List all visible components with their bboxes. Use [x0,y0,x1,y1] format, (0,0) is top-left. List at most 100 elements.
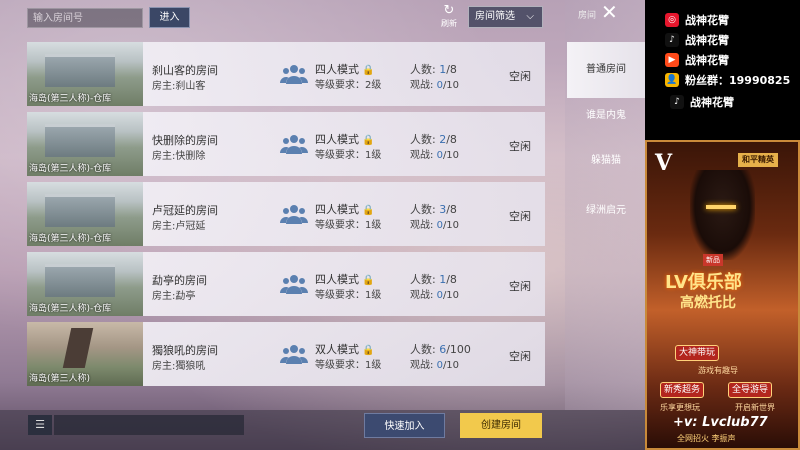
room-mode: 双人模式 🔒 [315,343,375,356]
room-row[interactable]: 海岛(第三人称)-仓库 卢冠延的房间 房主:卢冠延 四人模式 🔒 等级要求：1级 … [27,182,545,246]
chat-input[interactable] [54,415,244,435]
panel-title: 房间 [578,11,597,21]
player-count: 人数: 3/8 [410,203,457,216]
glowing-eyes [706,205,736,209]
social-row: ♪ 战神花臂 [665,32,729,50]
ad-line-2: 乐享更想玩 [660,403,700,412]
social-row: 👤 粉丝群：19990825 [665,72,790,90]
social-text: 战神花臂 [685,14,729,27]
ad-line-3: 开启新世界 [735,403,775,412]
room-status: 空闲 [509,280,531,293]
enter-button[interactable]: 进入 [149,7,190,28]
room-status: 空闲 [509,70,531,83]
team-mode-icon [279,132,309,156]
create-room-button[interactable]: 创建房间 [460,413,542,438]
ad-tag: 新品 [703,254,723,266]
ad-badge: 和平精英 [738,153,778,167]
map-caption: 海岛(第三人称) [29,374,91,384]
level-requirement: 等级要求：1级 [315,360,382,371]
team-mode-icon [279,202,309,226]
room-filter-label: 房间筛选 [475,11,515,22]
map-caption: 海岛(第三人称)-仓库 [29,234,112,244]
team-mode-icon [279,272,309,296]
room-name: 刹山客的房间 [152,64,218,77]
room-host: 房主:卢冠延 [152,221,206,232]
kuaishou-icon: ▶ [665,53,679,67]
room-mode: 四人模式 🔒 [315,133,375,146]
tab-3[interactable]: 绿洲启元 [567,191,645,231]
spectator-count: 观战: 0/10 [410,150,460,161]
map-thumbnail: 海岛(第三人称)-仓库 [27,42,143,106]
douyin-icon: ♪ [670,95,684,109]
social-row: ▶ 战神花臂 [665,52,729,70]
room-filter-dropdown[interactable]: 房间筛选 ⌵ [468,6,543,28]
close-icon[interactable]: ✕ [601,2,618,22]
lock-icon: 🔒 [362,275,375,286]
room-mode: 四人模式 🔒 [315,273,375,286]
room-status: 空闲 [509,350,531,363]
douyin-icon: ♪ [665,33,679,47]
ad-pill-3: 全导游导 [728,382,772,398]
room-list[interactable]: 海岛(第三人称)-仓库 刹山客的房间 房主:刹山客 四人模式 🔒 等级要求：2级 … [27,42,545,398]
game-screen: 进入 ↻ 刷新 房间筛选 ⌵ 海岛(第三人称)-仓库 刹山客的房间 房主:刹山客… [0,0,645,450]
lock-icon: 🔒 [362,135,375,146]
room-row[interactable]: 海岛(第三人称) 獨狼吼的房间 房主:獨狼吼 双人模式 🔒 等级要求：1级 人数:… [27,322,545,386]
room-host: 房主:快删除 [152,151,206,162]
social-text: 战神花臂 [685,54,729,67]
team-mode-icon [279,342,309,366]
spectator-count: 观战: 0/10 [410,360,460,371]
room-host: 房主:刹山客 [152,81,206,92]
spectator-count: 观战: 0/10 [410,290,460,301]
tab-0[interactable]: 普通房间 [567,42,645,98]
refresh-button[interactable]: ↻ 刷新 [436,4,462,32]
room-row[interactable]: 海岛(第三人称)-仓库 勐亭的房间 房主:勐亭 四人模式 🔒 等级要求：1级 人数… [27,252,545,316]
social-row: ◎ 战神花臂 [665,12,729,30]
ad-line-1: 游戏有趣导 [698,366,738,375]
room-status: 空闲 [509,210,531,223]
fans-icon: 👤 [665,73,679,87]
room-number-input[interactable] [27,8,143,28]
team-mode-icon [279,62,309,86]
room-name: 卢冠延的房间 [152,204,218,217]
map-caption: 海岛(第三人称)-仓库 [29,304,112,314]
room-host: 房主:勐亭 [152,291,196,302]
room-row[interactable]: 海岛(第三人称)-仓库 快删除的房间 房主:快删除 四人模式 🔒 等级要求：1级 … [27,112,545,176]
room-name: 快删除的房间 [152,134,218,147]
quick-join-button[interactable]: 快速加入 [364,413,445,438]
social-text: 战神花臂 [690,96,734,109]
tab-2[interactable]: 躲猫猫 [567,141,645,181]
chevron-down-icon: ⌵ [526,11,534,22]
room-mode: 四人模式 🔒 [315,203,375,216]
map-thumbnail: 海岛(第三人称)-仓库 [27,112,143,176]
ad-contact: +v: Lvclub77 [673,415,768,430]
chat-icon[interactable]: ☰ [28,415,52,435]
room-row[interactable]: 海岛(第三人称)-仓库 刹山客的房间 房主:刹山客 四人模式 🔒 等级要求：2级 … [27,42,545,106]
room-status: 空闲 [509,140,531,153]
ad-title: LV俱乐部 [665,272,742,293]
player-count: 人数: 1/8 [410,273,457,286]
level-requirement: 等级要求：2级 [315,80,382,91]
spectator-count: 观战: 0/10 [410,220,460,231]
refresh-icon: ↻ [443,3,455,18]
level-requirement: 等级要求：1级 [315,220,382,231]
weibo-icon: ◎ [665,13,679,27]
room-name: 勐亭的房间 [152,274,207,287]
ad-footer: 全网招火 李振声 [677,434,736,443]
map-thumbnail: 海岛(第三人称)-仓库 [27,252,143,316]
spectator-count: 观战: 0/10 [410,80,460,91]
social-text: 战神花臂 [685,34,729,47]
room-host: 房主:獨狼吼 [152,361,206,372]
lv-logo: V [655,150,673,176]
ad-pill-2: 新秀超务 [660,382,704,398]
tab-1[interactable]: 谁是内鬼 [567,96,645,136]
map-thumbnail: 海岛(第三人称)-仓库 [27,182,143,246]
player-count: 人数: 2/8 [410,133,457,146]
map-thumbnail: 海岛(第三人称) [27,322,143,386]
level-requirement: 等级要求：1级 [315,150,382,161]
hooded-figure-image [690,170,755,260]
map-caption: 海岛(第三人称)-仓库 [29,164,112,174]
social-text: 粉丝群：19990825 [685,74,791,87]
top-bar: 进入 ↻ 刷新 房间筛选 ⌵ [0,0,645,34]
lock-icon: 🔒 [362,345,375,356]
player-count: 人数: 6/100 [410,343,471,356]
